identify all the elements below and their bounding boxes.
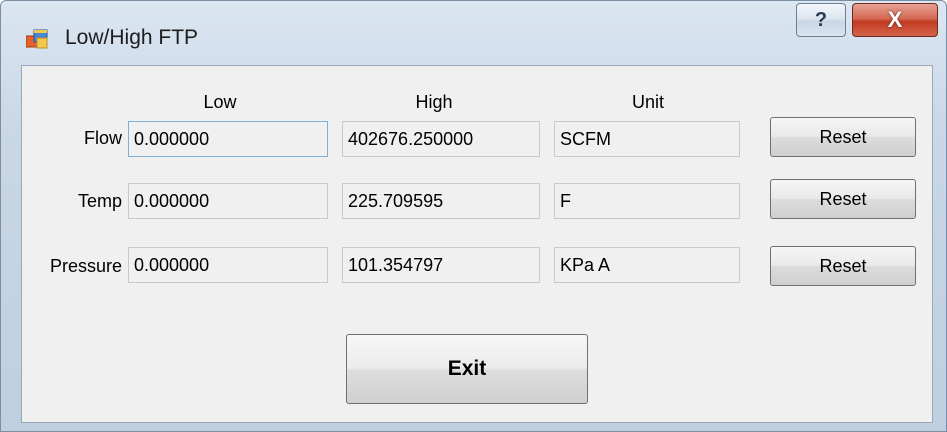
window-title: Low/High FTP: [65, 26, 199, 49]
temp-reset-button[interactable]: Reset: [770, 179, 916, 219]
pressure-high-field[interactable]: 101.354797: [342, 247, 540, 283]
close-button[interactable]: X: [852, 3, 938, 37]
flow-unit-field[interactable]: SCFM: [554, 121, 740, 157]
pressure-unit-field[interactable]: KPa A: [554, 247, 740, 283]
form-window-icon: [26, 29, 48, 49]
flow-low-field[interactable]: 0.000000: [128, 121, 328, 157]
pressure-reset-button[interactable]: Reset: [770, 246, 916, 286]
row-label-temp: Temp: [77, 191, 122, 211]
flow-high-field[interactable]: 402676.250000: [342, 121, 540, 157]
dialog-content: Low High Unit Flow 0.000000 402676.25000…: [21, 65, 933, 423]
question-mark-icon: ?: [814, 8, 828, 31]
temp-unit-field[interactable]: F: [554, 183, 740, 219]
temp-low-field[interactable]: 0.000000: [128, 183, 328, 219]
column-header-high: High: [415, 92, 453, 112]
row-label-flow: Flow: [83, 128, 122, 148]
close-x-icon: X: [887, 7, 903, 32]
title-bar[interactable]: Low/High FTP ? X: [1, 1, 946, 63]
column-header-unit: Unit: [631, 92, 664, 112]
exit-button[interactable]: Exit: [346, 334, 588, 404]
help-button[interactable]: ?: [796, 3, 846, 37]
temp-high-field[interactable]: 225.709595: [342, 183, 540, 219]
pressure-low-field[interactable]: 0.000000: [128, 247, 328, 283]
column-header-low: Low: [203, 92, 237, 112]
flow-reset-button[interactable]: Reset: [770, 117, 916, 157]
dialog-window: Low/High FTP ? X Low High Unit Flow 0.00…: [0, 0, 947, 432]
row-label-pressure: Pressure: [49, 256, 122, 276]
